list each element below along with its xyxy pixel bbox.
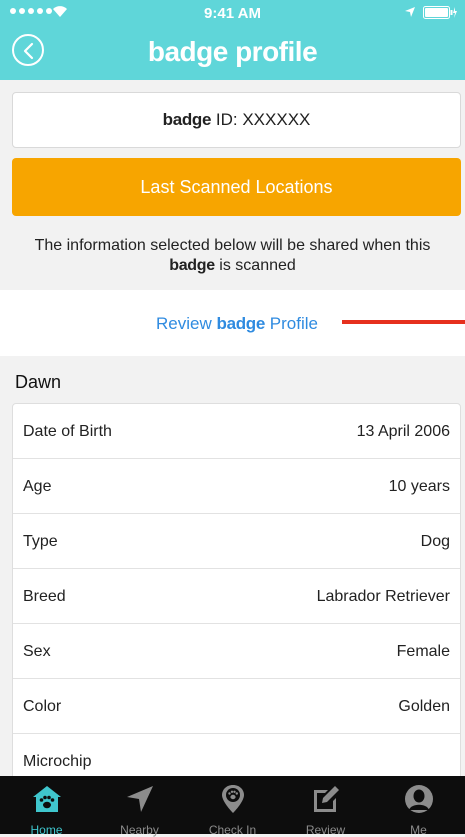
detail-label: Age [23, 478, 52, 495]
detail-row-sex[interactable]: Sex Female [13, 624, 460, 679]
detail-value: 10 years [388, 478, 450, 495]
badge-id-value: ID: XXXXXX [211, 110, 311, 129]
review-link-prefix: Review [156, 314, 217, 333]
tab-label: Check In [208, 823, 257, 837]
map-pin-paw-icon [221, 785, 244, 813]
tab-label: Home [30, 823, 63, 837]
page-title: badge profile [147, 36, 318, 67]
tab-check-in[interactable]: Check In [186, 776, 279, 837]
review-link-suffix: Profile [265, 314, 318, 333]
detail-value: Golden [398, 698, 450, 715]
tab-label: Me [410, 823, 427, 837]
last-scanned-locations-button[interactable]: Last Scanned Locations [12, 158, 461, 216]
status-bar: 9:41 AM [0, 0, 465, 28]
tab-label: Nearby [120, 823, 159, 837]
detail-label: Date of Birth [23, 423, 112, 440]
review-badge-profile-link[interactable]: Review badge Profile [0, 314, 465, 334]
bottom-tab-bar: Home Nearby Check In Review Me [0, 776, 465, 837]
pet-details-list: Date of Birth 13 April 2006 Age 10 years… [12, 403, 461, 789]
tab-home[interactable]: Home [0, 776, 93, 837]
share-info-line1: The information selected below will be s… [34, 237, 431, 254]
tab-nearby[interactable]: Nearby [93, 776, 186, 837]
detail-label: Breed [23, 588, 66, 605]
share-info-line2: badge is scanned [0, 256, 465, 276]
detail-value: Dog [420, 533, 450, 550]
tab-me[interactable]: Me [372, 776, 465, 837]
tab-review[interactable]: Review [279, 776, 372, 837]
badge-brand-word: badge [169, 257, 215, 274]
detail-row-date-of-birth[interactable]: Date of Birth 13 April 2006 [13, 404, 460, 459]
detail-label: Microchip [23, 753, 92, 770]
location-arrow-icon [405, 7, 415, 17]
share-info-line2-suffix: is scanned [214, 257, 296, 274]
navigation-header: 9:41 AM badge profile [0, 0, 465, 80]
pet-name: Dawn [15, 372, 62, 392]
badge-brand-word: badge [216, 314, 266, 333]
detail-value: Labrador Retriever [316, 588, 450, 605]
person-icon [404, 785, 433, 813]
annotation-pointer-line [342, 320, 465, 324]
share-info-note: The information selected below will be s… [0, 236, 465, 276]
detail-value: 13 April 2006 [356, 423, 450, 440]
battery-icon [423, 6, 457, 19]
detail-row-color[interactable]: Color Golden [13, 679, 460, 734]
badge-id-card: badge ID: XXXXXX [12, 92, 461, 148]
location-arrow-icon [126, 786, 153, 812]
detail-label: Sex [23, 643, 51, 660]
status-time: 9:41 AM [204, 5, 261, 22]
tab-label: Review [305, 823, 346, 837]
detail-label: Color [23, 698, 62, 715]
edit-icon [313, 786, 339, 812]
detail-row-breed[interactable]: Breed Labrador Retriever [13, 569, 460, 624]
detail-row-type[interactable]: Type Dog [13, 514, 460, 569]
badge-brand-word: badge [162, 110, 212, 129]
detail-value: Female [396, 643, 450, 660]
detail-row-age[interactable]: Age 10 years [13, 459, 460, 514]
home-paw-icon [32, 786, 61, 812]
detail-label: Type [23, 533, 58, 550]
